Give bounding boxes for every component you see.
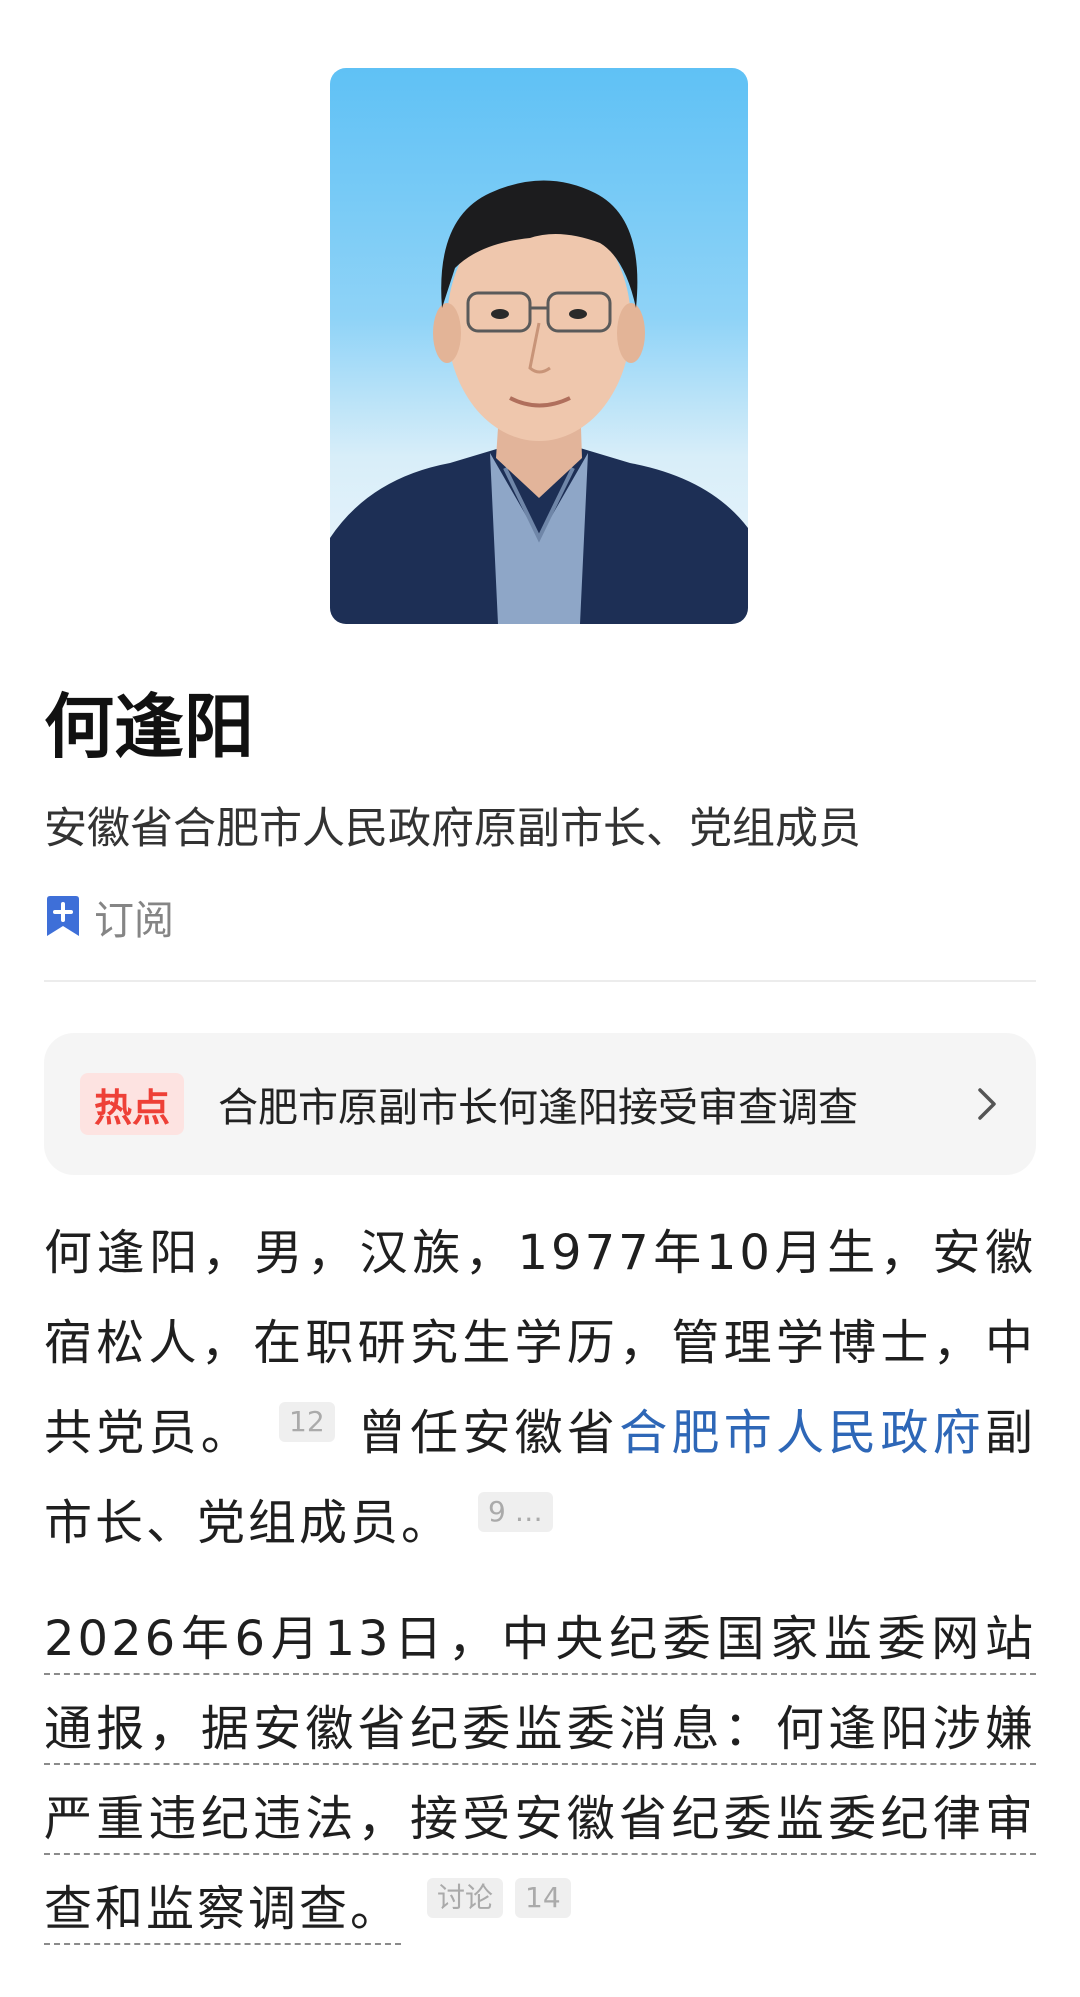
entity-link[interactable]: 合肥市人民政府: [619, 1405, 985, 1461]
reference-badge[interactable]: 12: [279, 1402, 335, 1442]
subscribe-label: 订阅: [94, 898, 174, 944]
discuss-badge[interactable]: 讨论: [427, 1878, 504, 1918]
subscribe-button[interactable]: 订阅: [44, 892, 174, 944]
intro-paragraph: 何逢阳，男，汉族，1977年10月生，安徽宿松人，在职研究生学历，管理学博士，中…: [44, 1208, 1036, 1568]
person-subtitle: 安徽省合肥市人民政府原副市长、党组成员: [44, 804, 861, 854]
intro-text-prefix: 曾任安徽省: [356, 1405, 620, 1461]
reference-badge[interactable]: 14: [515, 1878, 571, 1918]
hot-badge: 热点: [80, 1073, 185, 1135]
divider: [44, 980, 1036, 982]
news-paragraph: 2026年6月13日，中央纪委国家监委网站通报，据安徽省纪委监委消息：何逢阳涉嫌…: [44, 1594, 1036, 1954]
hot-news-card[interactable]: 热点 合肥市原副市长何逢阳接受审查调查: [44, 1033, 1036, 1175]
person-name: 何逢阳: [44, 686, 254, 768]
chevron-right-icon: [978, 1088, 996, 1120]
hot-news-title: 合肥市原副市长何逢阳接受审查调查: [218, 1085, 859, 1131]
portrait-photo[interactable]: [330, 68, 748, 624]
reference-badge[interactable]: 9 …: [478, 1492, 553, 1532]
bookmark-plus-icon: [47, 896, 79, 936]
